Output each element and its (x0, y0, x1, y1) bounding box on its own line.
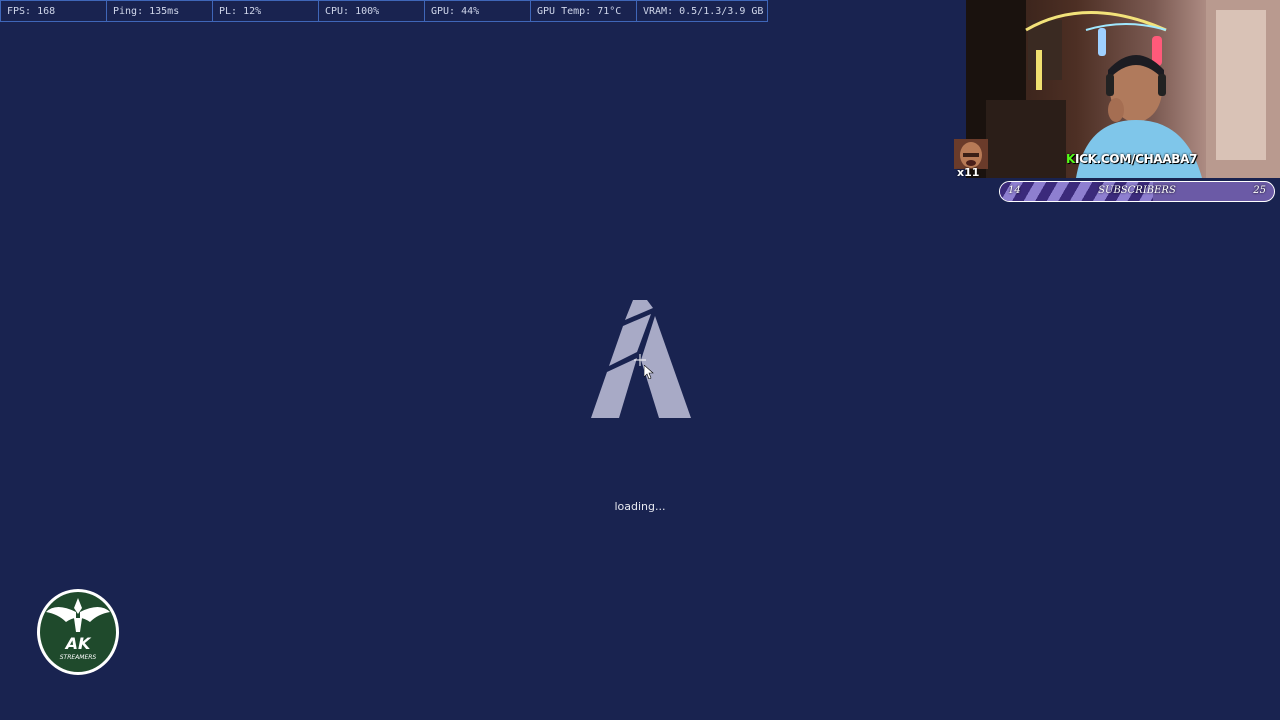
subscriber-goal-bar: 14 SUBSCRIBERS 25 (999, 181, 1275, 202)
badge-subtitle: STREAMERS (59, 654, 97, 661)
gpu-temp-stat: GPU Temp: 71°C (531, 1, 637, 21)
performance-stats-bar: FPS: 168 Ping: 135ms PL: 12% CPU: 100% G… (0, 0, 768, 22)
subscriber-goal-target: 25 (1253, 185, 1266, 196)
kick-channel-url: KICK.COM/CHAABA7 (1066, 152, 1197, 166)
emote-count: x11 (957, 166, 980, 179)
fps-stat: FPS: 168 (1, 1, 107, 21)
kick-logo-letter: K (1066, 152, 1075, 166)
badge-title: AK (65, 634, 91, 653)
ping-stat: Ping: 135ms (107, 1, 213, 21)
kick-url-text: ICK.COM/CHAABA7 (1075, 152, 1198, 166)
loading-text: loading... (614, 500, 666, 513)
vram-stat: VRAM: 0.5/1.3/3.9 GB (643, 6, 764, 17)
gpu-stat: GPU: 44% (425, 1, 531, 21)
mouse-cursor-icon (644, 365, 654, 379)
cpu-stat: CPU: 100% (319, 1, 425, 21)
ak-streamers-badge (37, 589, 119, 675)
packet-loss-stat: PL: 12% (213, 1, 319, 21)
subscriber-goal-label: SUBSCRIBERS (1098, 185, 1176, 196)
